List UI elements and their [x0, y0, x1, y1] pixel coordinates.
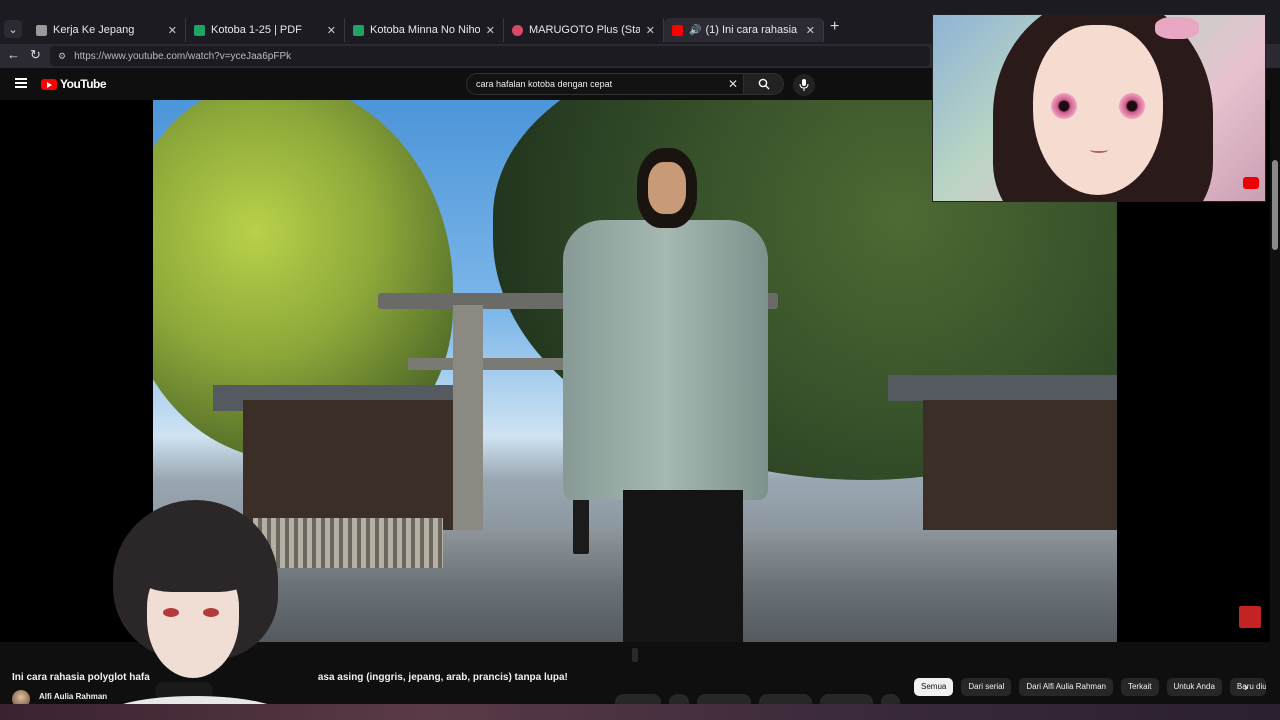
anime-eye-right — [1119, 93, 1145, 119]
chip-dari-channel[interactable]: Dari Alfi Aulia Rahman — [1019, 678, 1113, 696]
search-input[interactable]: cara hafalan kotoba dengan cepat — [467, 79, 723, 89]
video-title-tail: asa asing (inggris, jepang, arab, pranci… — [317, 672, 568, 683]
person-coat — [563, 220, 768, 500]
torii-post-left — [453, 305, 483, 560]
tab-label: MARUGOTO Plus (Starter A1) — [529, 24, 640, 36]
search-icon — [758, 78, 769, 90]
youtube-mini-icon — [1243, 177, 1259, 189]
youtube-logo-text: YouTube — [60, 77, 107, 91]
video-title-visible: Ini cara rahasia polyglot hafa — [12, 672, 150, 683]
desktop-background-strip — [0, 704, 1280, 720]
tab-close-icon[interactable]: ✕ — [168, 24, 177, 37]
search-button[interactable] — [743, 74, 783, 94]
channel-watermark-icon[interactable] — [1239, 606, 1261, 628]
clear-search-icon[interactable]: ✕ — [723, 77, 743, 91]
youtube-play-logo-icon — [41, 78, 57, 90]
sheets-favicon-icon — [353, 24, 364, 36]
tab-label: (1) Ini cara rahasia polyglot hafalan — [705, 24, 799, 36]
tab-kerja-ke-jepang[interactable]: Kerja Ke Jepang ✕ — [28, 18, 186, 42]
hamburger-menu-icon[interactable] — [15, 78, 27, 88]
player-handle[interactable] — [632, 648, 638, 662]
voice-search-button[interactable] — [793, 74, 815, 96]
tab-marugoto[interactable]: MARUGOTO Plus (Starter A1) ✕ — [504, 18, 664, 42]
tab-label: Kerja Ke Jepang — [53, 24, 135, 36]
anime-mouth — [1090, 147, 1108, 153]
speaker-icon[interactable]: 🔊 — [689, 25, 701, 36]
shrine-roof-right — [888, 375, 1117, 401]
avatar-eye-left — [163, 608, 179, 617]
tab-list-chevron-icon[interactable]: ⌄ — [4, 20, 22, 38]
url-text: https://www.youtube.com/watch?v=yceJaa6p… — [74, 50, 292, 62]
chip-untuk-anda[interactable]: Untuk Anda — [1166, 678, 1222, 696]
chevron-right-icon[interactable]: › — [1238, 678, 1254, 696]
site-info-icon[interactable]: ⚙ — [58, 51, 66, 62]
reload-icon[interactable]: ↻ — [30, 47, 41, 63]
new-tab-plus-icon[interactable]: + — [830, 18, 839, 36]
chip-dari-serial[interactable]: Dari serial — [961, 678, 1012, 696]
anime-ribbon — [1155, 17, 1199, 39]
back-arrow-icon[interactable]: ← — [7, 47, 20, 62]
avatar-bangs — [135, 522, 255, 592]
tab-kotoba-minna[interactable]: Kotoba Minna No Nihongo Bab 1 ✕ — [345, 18, 504, 42]
tab-label: Kotoba 1-25 | PDF — [211, 24, 302, 36]
chip-terkait[interactable]: Terkait — [1120, 678, 1159, 696]
tab-close-icon[interactable]: ✕ — [806, 24, 815, 37]
avatar-eye-right — [203, 608, 219, 617]
tab-youtube-active[interactable]: 🔊 (1) Ini cara rahasia polyglot hafalan … — [664, 18, 824, 42]
tab-close-icon[interactable]: ✕ — [327, 24, 336, 37]
marugoto-favicon-icon — [512, 24, 523, 36]
related-chips: Semua Dari serial Dari Alfi Aulia Rahman… — [914, 678, 1266, 696]
tab-close-icon[interactable]: ✕ — [646, 24, 655, 37]
anime-eye-left — [1051, 93, 1077, 119]
tab-favicon-icon — [36, 24, 47, 36]
person-legs — [623, 490, 743, 642]
vtuber-avatar — [105, 500, 285, 720]
scrollbar-thumb[interactable] — [1272, 160, 1278, 250]
video-title: Ini cara rahasia polyglot hafa asa asing … — [12, 672, 568, 683]
person-face — [648, 162, 686, 214]
address-bar[interactable]: ⚙ https://www.youtube.com/watch?v=yceJaa… — [50, 46, 930, 66]
microphone-icon — [799, 79, 809, 91]
youtube-favicon-icon — [672, 24, 683, 36]
youtube-logo[interactable]: YouTube — [41, 77, 107, 91]
screen: ⌄ Kerja Ke Jepang ✕ Kotoba 1-25 | PDF ✕ … — [0, 0, 1280, 720]
tab-label: Kotoba Minna No Nihongo Bab 1 — [370, 24, 480, 36]
streamer-overlay-anime-art — [932, 14, 1266, 202]
page-scrollbar[interactable] — [1270, 100, 1280, 700]
background-person — [573, 492, 589, 554]
chip-semua[interactable]: Semua — [914, 678, 954, 696]
channel-name[interactable]: Alfi Aulia Rahman — [39, 692, 107, 701]
search-box[interactable]: cara hafalan kotoba dengan cepat ✕ — [466, 73, 784, 95]
tab-kotoba-pdf[interactable]: Kotoba 1-25 | PDF ✕ — [186, 18, 345, 42]
tab-close-icon[interactable]: ✕ — [486, 24, 495, 37]
sheets-favicon-icon — [194, 24, 205, 36]
